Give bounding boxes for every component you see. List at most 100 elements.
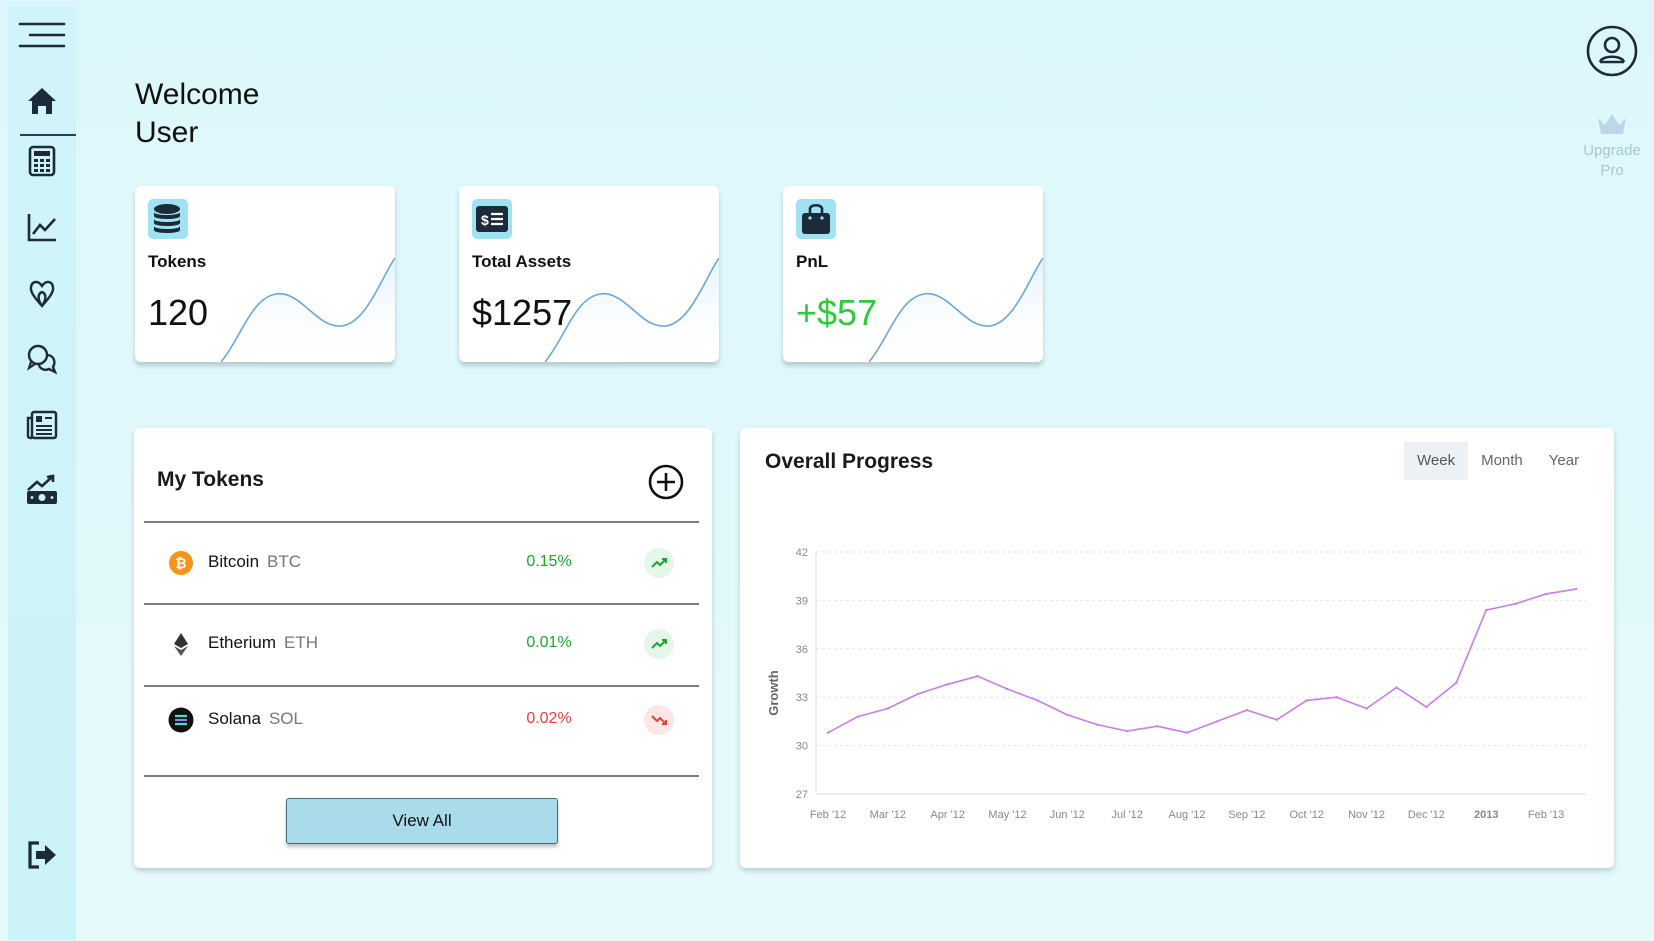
x-tick-label: Aug '12 bbox=[1169, 809, 1206, 821]
svg-text:$: $ bbox=[481, 212, 489, 228]
pnl-value: +$57 bbox=[796, 292, 878, 333]
y-tick-label: 39 bbox=[796, 595, 808, 607]
home-icon[interactable] bbox=[25, 84, 59, 118]
data-point bbox=[1036, 699, 1039, 702]
menu-icon[interactable] bbox=[18, 18, 66, 52]
data-point bbox=[1485, 608, 1488, 612]
tokens-value: 120 bbox=[148, 292, 209, 333]
data-point bbox=[1126, 729, 1129, 733]
data-point bbox=[1395, 686, 1398, 689]
x-tick-label: Oct '12 bbox=[1289, 809, 1324, 821]
bitcoin-icon: ₿ bbox=[169, 551, 193, 575]
assets-sparkline bbox=[545, 258, 719, 362]
x-tick-label: Feb '12 bbox=[810, 809, 846, 821]
welcome-line: Welcome bbox=[135, 78, 260, 111]
my-tokens-title: My Tokens bbox=[157, 468, 264, 491]
ethereum-icon bbox=[174, 633, 188, 656]
data-point bbox=[1155, 725, 1159, 728]
token-row-sol[interactable]: Solana SOL 0.02% bbox=[144, 690, 699, 750]
dollar-list-icon: $ bbox=[472, 199, 512, 239]
calculator-icon[interactable] bbox=[25, 144, 59, 178]
x-tick-label: Mar '12 bbox=[870, 809, 906, 821]
progress-title: Overall Progress bbox=[765, 450, 934, 473]
data-point bbox=[1215, 720, 1219, 723]
period-tabs: Week Month Year bbox=[1404, 442, 1593, 480]
data-point bbox=[1425, 705, 1428, 709]
airbnb-icon[interactable] bbox=[25, 276, 59, 310]
sidebar-divider bbox=[20, 134, 76, 136]
trend-up-icon bbox=[644, 629, 674, 659]
data-point bbox=[976, 675, 979, 678]
data-point bbox=[826, 731, 830, 734]
add-token-icon[interactable] bbox=[646, 462, 686, 502]
x-tick-label: Apr '12 bbox=[930, 809, 965, 821]
data-point bbox=[886, 707, 890, 710]
tokens-card[interactable]: Tokens 120 bbox=[135, 186, 395, 362]
tokens-label: Tokens bbox=[148, 252, 207, 271]
pnl-sparkline bbox=[869, 258, 1043, 362]
x-tick-label: Sep '12 bbox=[1228, 809, 1265, 821]
upgrade-label-pro: Pro bbox=[1600, 162, 1624, 179]
data-point bbox=[1574, 587, 1578, 591]
chart-line-icon[interactable] bbox=[25, 210, 59, 244]
user-name: User bbox=[135, 116, 199, 149]
tab-year[interactable]: Year bbox=[1535, 442, 1593, 480]
growth-series-line bbox=[827, 588, 1577, 734]
y-tick-label: 33 bbox=[796, 692, 808, 704]
data-point bbox=[946, 683, 949, 686]
x-tick-label: Feb '13 bbox=[1528, 809, 1564, 821]
pnl-label: PnL bbox=[796, 252, 829, 271]
tokens-sparkline bbox=[221, 258, 395, 362]
growth-line-chart: 42 39 36 33 30 27Feb '12 Mar '12 Apr '12 May '12… bbox=[766, 547, 1586, 821]
token-row-btc[interactable]: ₿ Bitcoin BTC 0.15% bbox=[144, 533, 699, 593]
coins-stack-icon bbox=[148, 199, 188, 239]
data-point bbox=[1305, 699, 1308, 702]
token-change: 0.02% bbox=[526, 710, 572, 727]
x-tick-label: Dec '12 bbox=[1408, 809, 1445, 821]
token-change: 0.01% bbox=[526, 634, 572, 651]
pnl-card[interactable]: PnL +$57 bbox=[783, 186, 1043, 362]
money-growth-icon[interactable] bbox=[25, 472, 59, 506]
divider bbox=[144, 775, 699, 777]
welcome-heading: Welcome User bbox=[135, 76, 259, 152]
my-tokens-panel: My Tokens ₿ Bitcoin BTC 0.15% Etherium ETH… bbox=[134, 428, 712, 868]
data-point bbox=[1455, 681, 1458, 684]
upgrade-label: Upgrade bbox=[1583, 142, 1641, 159]
upgrade-pro-button[interactable]: Upgrade Pro bbox=[1572, 110, 1652, 181]
divider bbox=[144, 685, 699, 687]
divider bbox=[144, 603, 699, 605]
total-assets-card[interactable]: $ Total Assets $1257 bbox=[459, 186, 719, 362]
x-tick-label: Jul '12 bbox=[1111, 809, 1142, 821]
token-name: Bitcoin BTC bbox=[208, 552, 302, 571]
y-tick-label: 42 bbox=[796, 547, 808, 559]
crown-icon bbox=[1598, 114, 1626, 134]
data-point bbox=[1006, 687, 1009, 691]
data-point bbox=[856, 715, 860, 718]
view-all-button[interactable]: View All bbox=[286, 798, 558, 844]
data-point bbox=[1544, 592, 1548, 596]
token-change: 0.15% bbox=[526, 553, 572, 570]
tab-month[interactable]: Month bbox=[1468, 442, 1536, 480]
x-tick-label: Jun '12 bbox=[1050, 809, 1085, 821]
data-point bbox=[1096, 723, 1099, 726]
logout-icon[interactable] bbox=[25, 838, 59, 872]
data-point bbox=[1365, 707, 1368, 710]
x-tick-label: 2013 bbox=[1474, 809, 1498, 821]
token-row-eth[interactable]: Etherium ETH 0.01% bbox=[144, 614, 699, 674]
trend-down-icon bbox=[644, 705, 674, 735]
data-point bbox=[1275, 718, 1278, 721]
x-tick-label: May '12 bbox=[988, 809, 1026, 821]
divider bbox=[144, 521, 699, 523]
news-icon[interactable] bbox=[25, 408, 59, 442]
token-name: Solana SOL bbox=[208, 709, 303, 728]
user-circle-icon bbox=[1586, 25, 1638, 77]
y-tick-label: 27 bbox=[796, 789, 808, 801]
sidebar bbox=[8, 6, 76, 940]
data-point bbox=[1185, 731, 1189, 734]
chat-icon[interactable] bbox=[25, 342, 59, 376]
profile-avatar-button[interactable] bbox=[1585, 24, 1639, 78]
data-point bbox=[1066, 713, 1069, 717]
token-name: Etherium ETH bbox=[208, 633, 319, 652]
tab-week[interactable]: Week bbox=[1404, 442, 1469, 480]
y-axis-label: Growth bbox=[766, 670, 781, 716]
